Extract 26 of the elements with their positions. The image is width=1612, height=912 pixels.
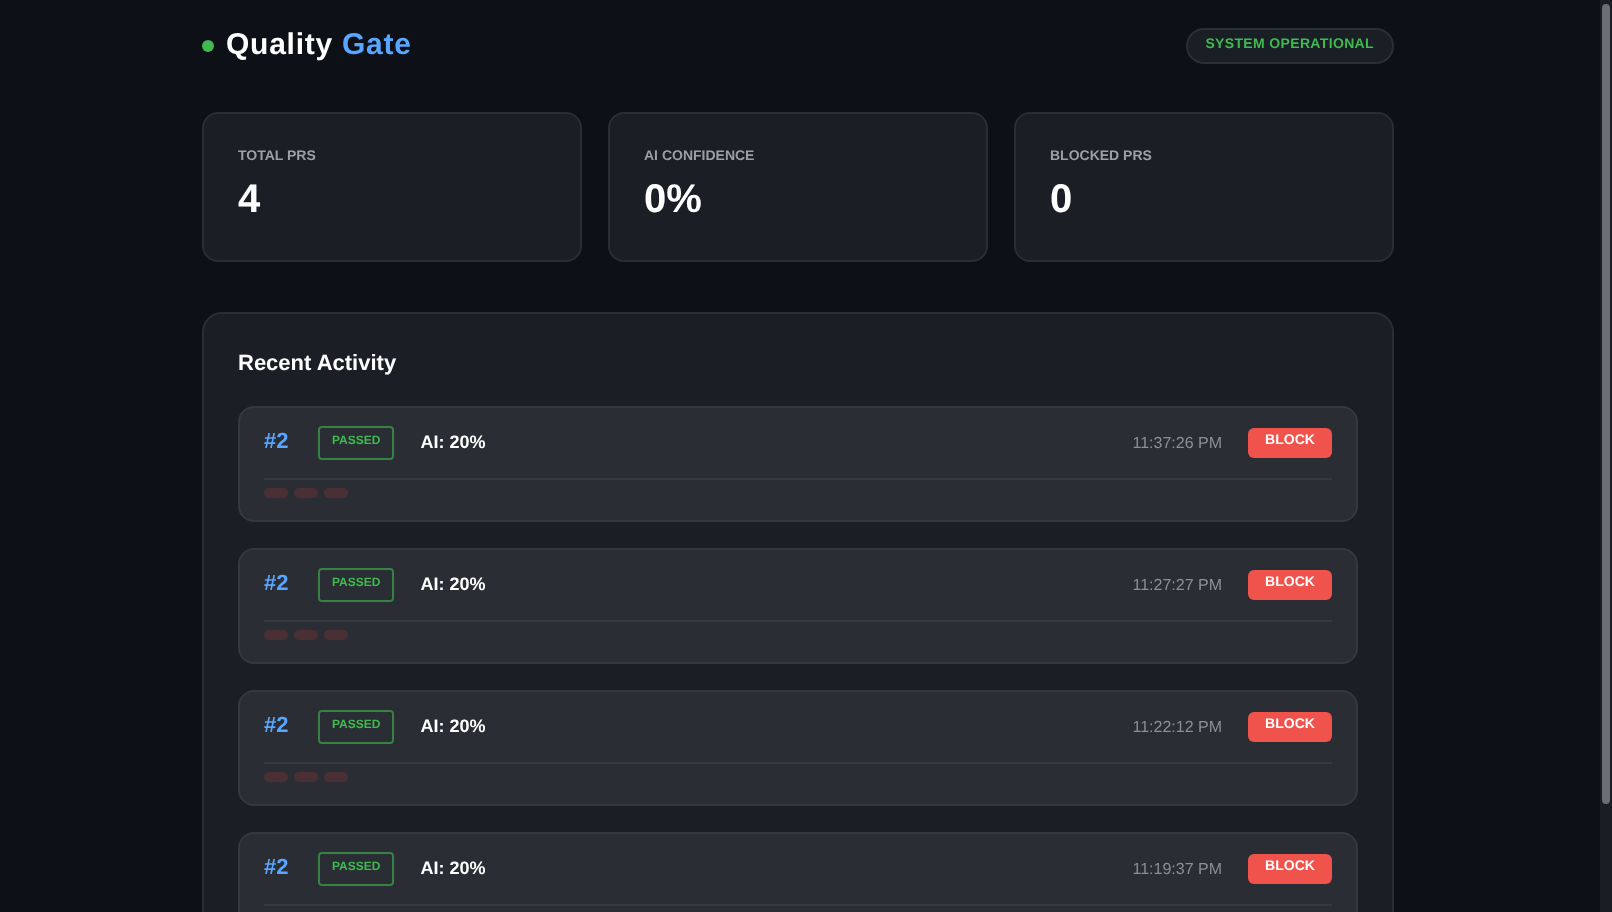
loading-skeleton [264, 488, 288, 498]
pr-number: #2 [264, 854, 291, 885]
pr-number: #2 [264, 570, 291, 601]
stat-value: 0% [644, 175, 702, 223]
timestamp: 11:19:37 PM [1132, 857, 1222, 881]
stat-value: 0 [1050, 175, 1073, 223]
pr-number: #2 [264, 712, 291, 743]
app-title: Quality Gate [226, 25, 412, 66]
loading-skeleton [324, 772, 348, 782]
ai-score: AI: 20% [420, 855, 486, 882]
pr-number: #2 [264, 428, 291, 459]
timestamp: 11:37:26 PM [1132, 431, 1222, 455]
stat-value: 4 [238, 175, 261, 223]
timestamp: 11:22:12 PM [1132, 715, 1222, 739]
loading-skeleton [294, 488, 318, 498]
ai-score: AI: 20% [420, 571, 486, 598]
loading-skeleton [294, 630, 318, 640]
timestamp: 11:27:27 PM [1132, 573, 1222, 597]
loading-skeleton [294, 772, 318, 782]
loading-skeleton [324, 630, 348, 640]
loading-skeleton [324, 488, 348, 498]
ai-score: AI: 20% [420, 713, 486, 740]
ai-score: AI: 20% [420, 429, 486, 456]
section-title: Recent Activity [238, 350, 399, 376]
loading-skeleton [264, 772, 288, 782]
loading-skeleton [264, 630, 288, 640]
